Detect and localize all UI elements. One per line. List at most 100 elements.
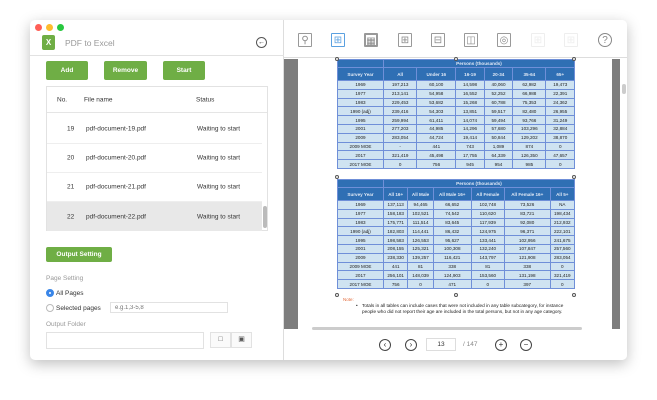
folder-icon[interactable]: □ — [210, 332, 231, 348]
table-cell: 441 — [416, 141, 457, 152]
table-cell: 50,844 — [483, 132, 514, 143]
header-row: Survey Year All 16+ All Male All Male 16+ Al… — [337, 187, 576, 201]
remove-button[interactable]: Remove — [104, 61, 147, 80]
selection-handle[interactable] — [335, 175, 339, 179]
zoom-in-button[interactable]: + — [495, 339, 507, 351]
table-row: 2017 256,101 148,039 124,903 153,560 131,198 3… — [337, 270, 576, 281]
start-button[interactable]: Start — [163, 61, 205, 80]
table-split-rows-icon[interactable]: ⊟ — [431, 33, 445, 47]
table-row: 2009 238,330 139,257 116,421 143,797 121,908 2… — [337, 252, 576, 263]
select-table-icon[interactable]: ⊞ — [331, 33, 345, 47]
selected-pages-radio[interactable] — [46, 304, 54, 312]
column-header: All 16+ — [382, 187, 409, 201]
file-status: Waiting to start — [197, 183, 241, 191]
table-row: 2017 321,419 45,498 17,755 64,339 126,350 47,6… — [337, 150, 575, 161]
detected-table-1[interactable]: Persons (thousands) Survey Year All Under 1… — [337, 59, 575, 169]
table-cell: 96,371 — [503, 226, 551, 237]
output-folder-input[interactable] — [46, 332, 204, 349]
add-button[interactable]: Add — [46, 61, 88, 80]
table-cell: 94,465 — [407, 200, 434, 210]
column-header: Survey Year — [337, 187, 384, 201]
table-cell: 338 — [503, 261, 551, 272]
page-number-input[interactable]: 13 — [426, 338, 456, 351]
selection-handle[interactable] — [572, 293, 576, 297]
all-pages-label[interactable]: All Pages — [56, 290, 83, 297]
horizontal-scrollbar[interactable] — [312, 327, 582, 330]
table-cell: 153,560 — [470, 270, 505, 281]
column-header: Survey Year — [337, 67, 384, 81]
table-cell: 197,213 — [382, 80, 418, 90]
table-cell: 1990 (adj) — [337, 106, 384, 117]
previous-page-button[interactable]: ‹ — [379, 339, 391, 351]
zoom-out-button[interactable]: − — [520, 339, 532, 351]
table-cell: 92,080 — [503, 217, 551, 228]
selection-handle[interactable] — [335, 57, 339, 61]
table-row: 2017 MOE 0 756 945 954 985 0 — [337, 159, 575, 169]
table-cell: 208,155 — [382, 243, 409, 254]
file-list-header: No. File name Status — [47, 87, 267, 113]
file-status: Waiting to start — [197, 154, 241, 162]
page-gutter-right — [612, 59, 620, 329]
note-text: Totals in all tables can include cases t… — [356, 303, 577, 314]
table-cell: 129,202 — [512, 132, 547, 143]
selection-handle[interactable] — [572, 175, 576, 179]
table-cell: 1969 — [337, 200, 384, 210]
table-cell: 743 — [455, 141, 485, 152]
vertical-scrollbar[interactable] — [622, 84, 626, 94]
table-cell: 31,249 — [545, 115, 575, 125]
table-cell: 86,432 — [432, 226, 472, 237]
file-name: pdf-document-21.pdf — [86, 183, 146, 191]
selected-pages-label[interactable]: Selected pages — [56, 305, 101, 312]
output-setting-button[interactable]: Output Setting — [46, 247, 112, 262]
disabled-table-icon: ⊞ — [564, 33, 578, 47]
help-icon[interactable]: ? — [598, 33, 612, 47]
file-row[interactable]: 20 pdf-document-20.pdf Waiting to start — [47, 144, 262, 173]
table-cell: 62,982 — [512, 80, 547, 90]
table-cell: 1969 — [337, 80, 384, 90]
table-cell: 125,321 — [407, 243, 434, 254]
table-cell: - — [382, 141, 418, 152]
table-cell: 47,657 — [545, 150, 575, 161]
table-split-cols-icon[interactable]: ◫ — [464, 33, 478, 47]
empty-cell — [337, 59, 384, 68]
column-header-no: No. — [57, 96, 68, 103]
table-cell: 985 — [512, 159, 547, 169]
table-cell: 131,198 — [503, 270, 551, 281]
table-cell: 15,268 — [455, 97, 485, 108]
back-icon[interactable]: ← — [256, 37, 267, 48]
open-folder-icon[interactable]: ▣ — [231, 332, 252, 348]
all-pages-radio[interactable] — [46, 289, 54, 297]
selection-handle[interactable] — [454, 57, 458, 61]
file-row[interactable]: 19 pdf-document-19.pdf Waiting to start — [47, 115, 262, 144]
selection-handle[interactable] — [335, 293, 339, 297]
table-cell: 259,994 — [382, 115, 418, 125]
search-icon[interactable]: ⚲ — [298, 33, 312, 47]
file-row[interactable]: 21 pdf-document-21.pdf Waiting to start — [47, 173, 262, 202]
detected-table-2[interactable]: Persons (thousands) Survey Year All 16+ All… — [337, 179, 576, 289]
column-header: All 5+ — [549, 187, 576, 201]
table-cell: 2017 — [337, 150, 384, 161]
next-page-button[interactable]: › — [405, 339, 417, 351]
file-list-scrollbar[interactable] — [263, 206, 267, 228]
table-cell: 2017 MOE — [337, 159, 384, 169]
table-cell: 0 — [382, 159, 418, 169]
table-cell: 0 — [549, 261, 576, 272]
table-cell: 45,498 — [416, 150, 457, 161]
selection-handle[interactable] — [572, 57, 576, 61]
ocr-icon[interactable]: ◎ — [497, 33, 511, 47]
table-cell: NA — [549, 200, 576, 210]
table-cell: 52,252 — [483, 88, 514, 99]
table-row: 1977 213,141 54,958 16,552 52,252 66,988 22,39… — [337, 88, 575, 99]
selected-pages-input[interactable] — [110, 302, 228, 313]
selection-handle[interactable] — [454, 293, 458, 297]
file-name: pdf-document-19.pdf — [86, 125, 146, 133]
file-no: 19 — [67, 125, 75, 133]
file-no: 22 — [67, 213, 75, 220]
file-row-selected[interactable]: 22 pdf-document-22.pdf Waiting to start — [47, 202, 262, 231]
table-cell: 32,884 — [545, 123, 575, 134]
column-header: All Male 16+ — [432, 187, 472, 201]
image-area-icon[interactable]: ▦ — [364, 33, 378, 47]
table-add-icon[interactable]: ⊞ — [398, 33, 412, 47]
table-row: 1969 137,113 94,465 66,652 102,748 73,526 NA — [337, 200, 576, 210]
table-cell: 0 — [545, 159, 575, 169]
